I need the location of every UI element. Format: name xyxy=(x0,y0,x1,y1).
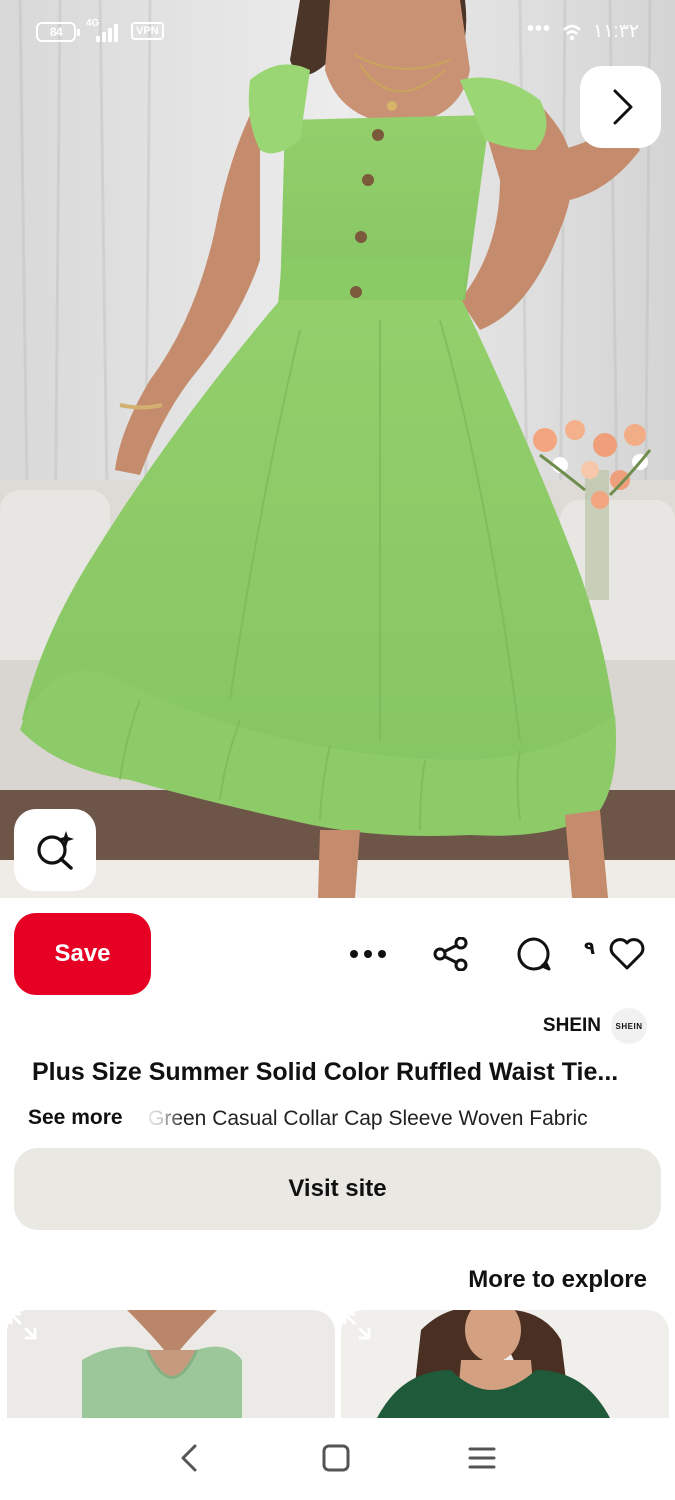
expand-icon xyxy=(9,1312,37,1340)
system-nav-bar xyxy=(0,1418,675,1500)
battery-level: 84 xyxy=(49,25,63,39)
related-pin-card[interactable] xyxy=(341,1310,669,1420)
visual-search-button[interactable] xyxy=(14,809,96,891)
share-button[interactable] xyxy=(430,934,472,974)
dress-photo xyxy=(0,0,675,898)
like-count: ٩ xyxy=(584,938,595,958)
wifi-icon xyxy=(563,24,581,41)
pin-title: Plus Size Summer Solid Color Ruffled Wai… xyxy=(32,1058,619,1086)
battery-indicator: 84 xyxy=(36,22,80,42)
visual-search-icon xyxy=(37,831,74,870)
related-pin-image xyxy=(376,1310,611,1420)
pin-source[interactable]: SHEIN SHEIN xyxy=(543,1008,647,1044)
related-pin-image xyxy=(82,1310,242,1420)
pin-description: Green Casual Collar Cap Sleeve Woven Fab… xyxy=(148,1107,588,1130)
see-more-link[interactable]: See more xyxy=(28,1106,133,1130)
visit-site-button[interactable]: Visit site xyxy=(14,1148,661,1230)
chevron-right-icon xyxy=(613,89,632,125)
clock: ١١:٣٢ xyxy=(593,21,640,42)
expand-icon xyxy=(343,1312,371,1340)
ellipsis-icon xyxy=(350,950,386,958)
heart-icon xyxy=(609,938,645,970)
share-icon xyxy=(433,937,468,971)
pin-image[interactable]: 84 4G VPN ••• ١١:٣٢ xyxy=(0,0,675,898)
signal-icon xyxy=(96,22,118,42)
like-button[interactable] xyxy=(606,934,648,974)
next-pin-button[interactable] xyxy=(580,66,661,148)
source-name[interactable]: SHEIN xyxy=(543,1015,601,1037)
more-to-explore-heading: More to explore xyxy=(468,1266,647,1293)
vpn-badge: VPN xyxy=(131,22,164,40)
save-button[interactable]: Save xyxy=(14,913,151,995)
back-icon[interactable] xyxy=(172,1440,208,1476)
source-logo[interactable]: SHEIN xyxy=(611,1008,647,1044)
comment-icon xyxy=(517,937,551,971)
more-options-button[interactable] xyxy=(345,934,391,974)
home-icon[interactable] xyxy=(318,1440,354,1476)
comment-button[interactable] xyxy=(513,934,555,974)
menu-icon[interactable] xyxy=(464,1440,500,1476)
status-more: ••• xyxy=(527,18,552,40)
pin-description-row: See more Green Casual Collar Cap Sleeve … xyxy=(28,1104,652,1138)
description-fade xyxy=(136,1104,182,1138)
status-bar: 84 4G VPN ••• ١١:٣٢ xyxy=(0,0,675,62)
related-pin-card[interactable] xyxy=(7,1310,335,1420)
